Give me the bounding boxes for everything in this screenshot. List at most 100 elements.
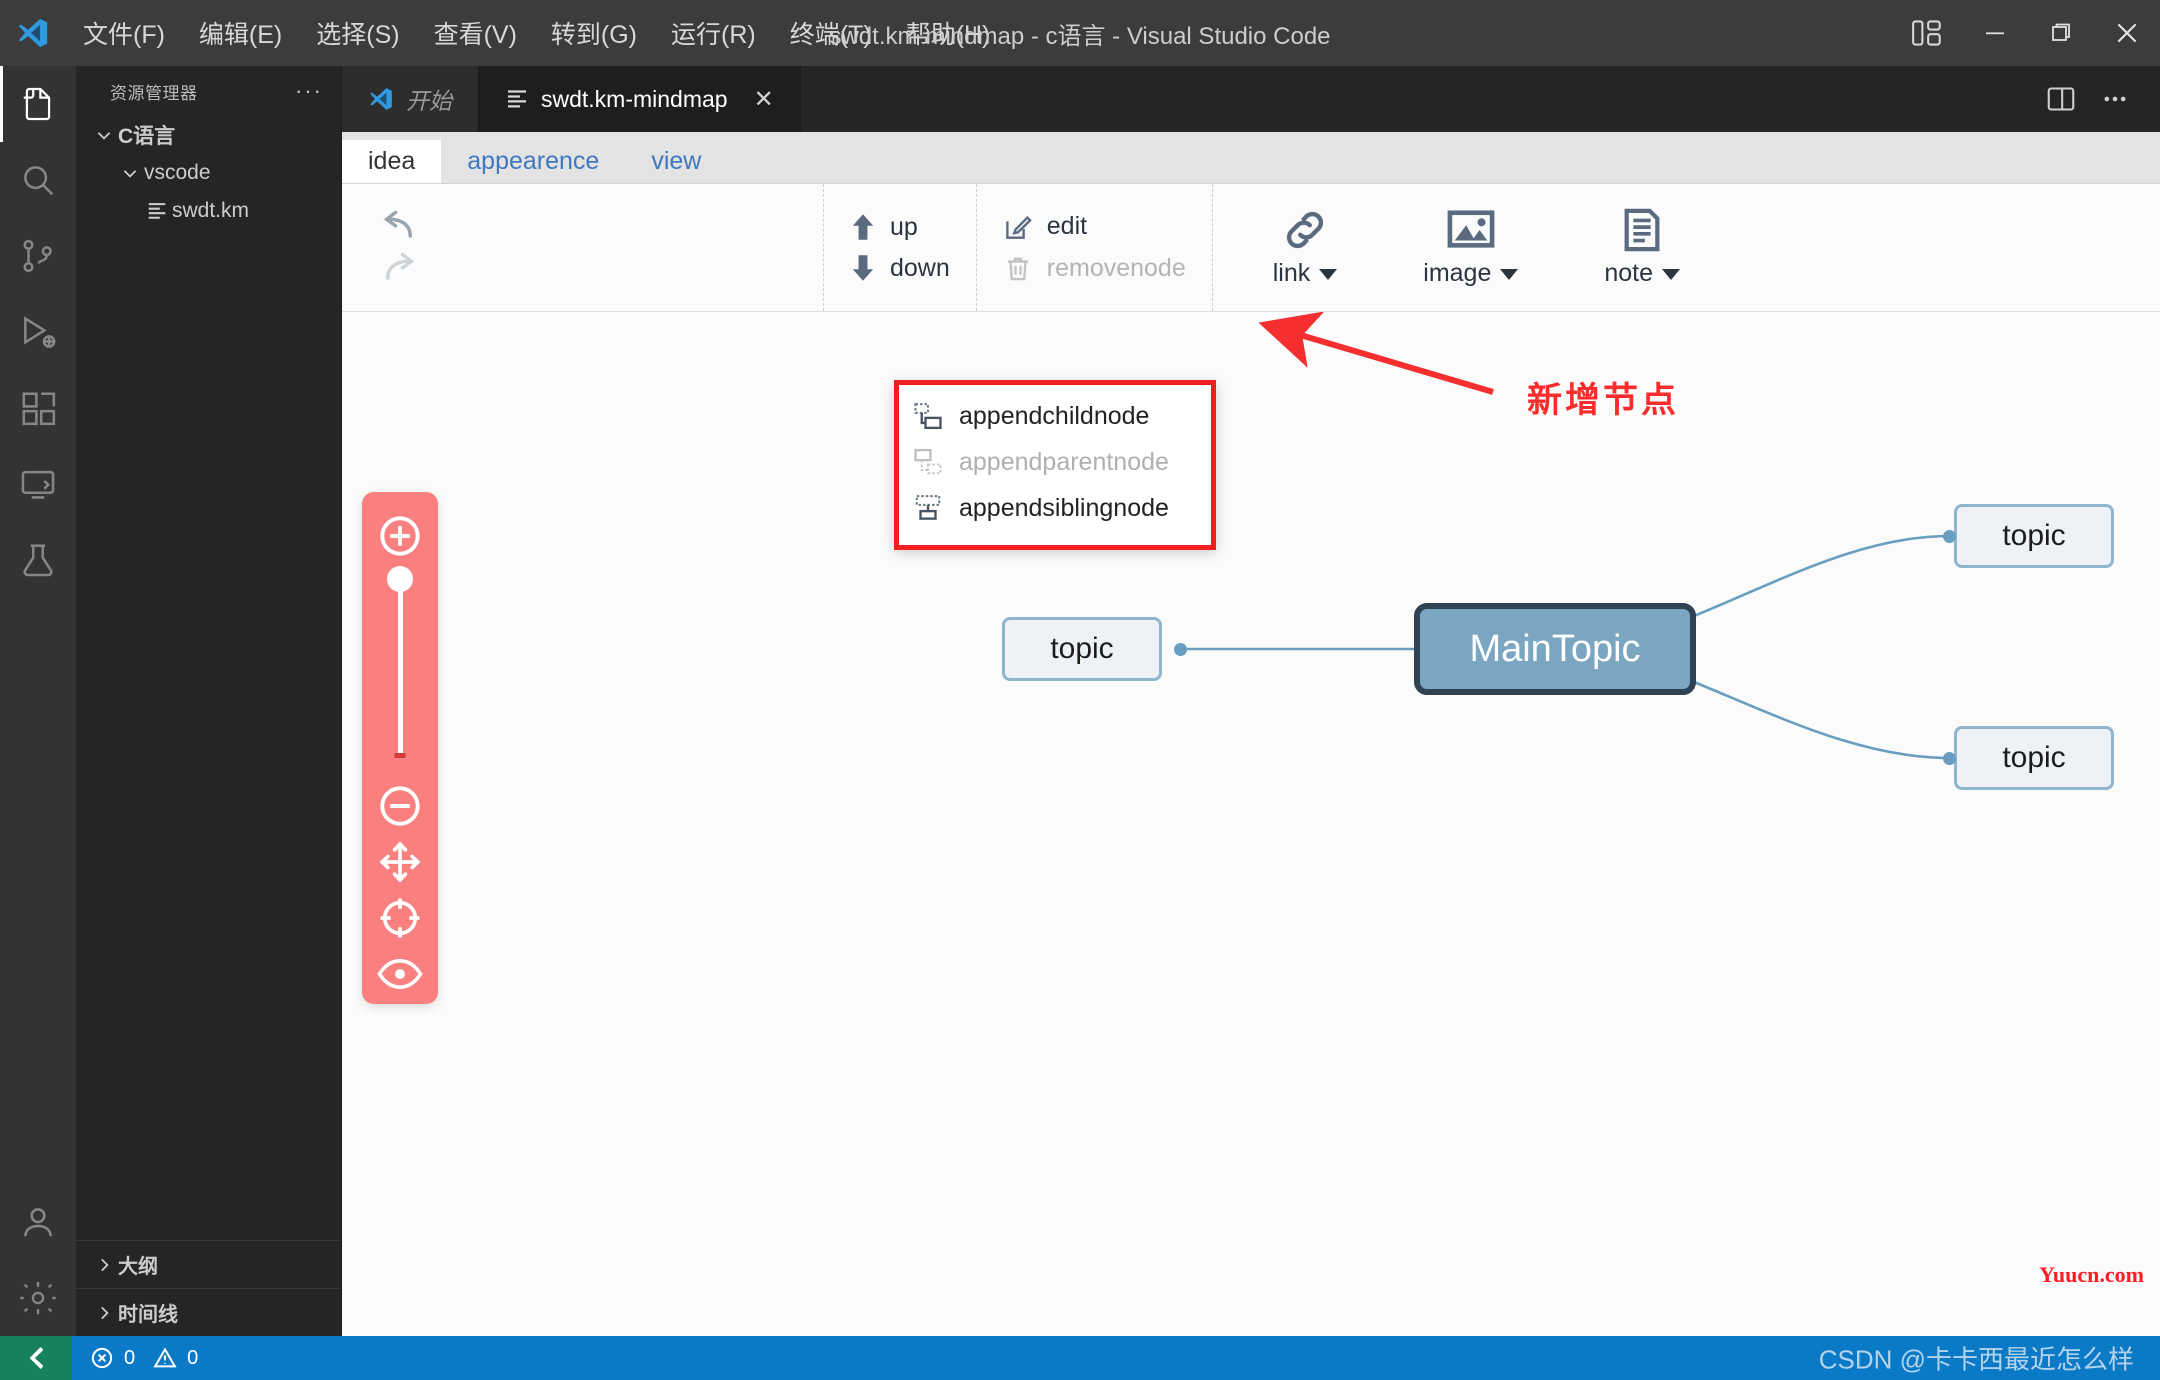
menu-item-file[interactable]: 文件(F): [66, 9, 182, 57]
minimize-button[interactable]: [1962, 0, 2028, 66]
up-button[interactable]: up: [850, 213, 950, 242]
editor-actions[interactable]: [2038, 66, 2160, 132]
menu-item-appendchildnode[interactable]: appendchildnode: [899, 393, 1211, 439]
zoom-slider-handle[interactable]: [387, 566, 413, 592]
chevron-right-icon: [90, 1304, 118, 1322]
tree-item-folder-clanguage[interactable]: C语言: [76, 116, 341, 154]
close-button[interactable]: [2094, 0, 2160, 66]
status-problems[interactable]: 0 0: [72, 1346, 216, 1370]
zoom-out-icon[interactable]: [372, 778, 428, 834]
menu-item-view[interactable]: 查看(V): [417, 9, 534, 57]
node-label: MainTopic: [1469, 627, 1641, 670]
node-label: topic: [1050, 632, 1114, 665]
menu-item-help[interactable]: 帮助(H): [889, 9, 1008, 57]
chevron-down-icon[interactable]: [1500, 268, 1519, 280]
edit-button[interactable]: edit: [1003, 212, 1186, 242]
tab-label: swdt.km-mindmap: [541, 85, 728, 112]
editor-tab-bar[interactable]: 开始 swdt.km-mindmap ✕: [342, 66, 2160, 132]
activity-run-debug-icon[interactable]: [0, 294, 76, 370]
down-button[interactable]: down: [850, 254, 950, 283]
append-node-group: [452, 184, 824, 311]
tree-item-file-swdtkm[interactable]: swdt.km: [76, 192, 341, 230]
node-label: topic: [2002, 519, 2066, 552]
menu-item-appendsiblingnode[interactable]: appendsiblingnode: [899, 485, 1211, 531]
tab-welcome[interactable]: 开始: [342, 66, 479, 132]
note-button[interactable]: note: [1570, 207, 1714, 288]
undo-icon[interactable]: [376, 209, 422, 245]
activity-account-icon[interactable]: [0, 1184, 76, 1260]
menu-bar[interactable]: 文件(F) 编辑(E) 选择(S) 查看(V) 转到(G) 运行(R) 终端(T…: [66, 9, 1007, 57]
activity-settings-gear-icon[interactable]: [0, 1260, 76, 1336]
append-node-dropdown-menu[interactable]: appendchildnode appendparentnode appends…: [894, 380, 1216, 550]
chevron-down-icon: [116, 164, 144, 182]
menu-item-run[interactable]: 运行(R): [654, 9, 773, 57]
file-tree[interactable]: C语言 vscode swdt.km: [76, 116, 341, 1240]
arrow-down-icon: [850, 254, 876, 282]
sidebar-more-icon[interactable]: ···: [295, 78, 323, 104]
tab-close-icon[interactable]: ✕: [754, 85, 774, 114]
activity-bar[interactable]: [0, 66, 76, 1336]
error-count: 0: [124, 1346, 136, 1369]
link-label: link: [1272, 259, 1311, 287]
removenode-button: removenode: [1003, 254, 1186, 284]
chevron-down-icon[interactable]: [1319, 268, 1338, 280]
mindmap-node-topic-right-top[interactable]: topic: [1954, 504, 2114, 568]
menu-item-label: appendchildnode: [959, 401, 1150, 430]
remote-window-icon[interactable]: [0, 1336, 72, 1380]
menu-item-terminal[interactable]: 终端(T): [773, 9, 889, 57]
sidebar-panel-timeline[interactable]: 时间线: [76, 1288, 341, 1336]
arrow-up-icon: [850, 213, 876, 241]
sidebar-panel-outline[interactable]: 大纲: [76, 1240, 341, 1288]
node-connector-dot: [1943, 752, 1956, 765]
zoom-slider[interactable]: [387, 566, 413, 758]
activity-test-icon[interactable]: [0, 522, 76, 598]
mindmap-tab-appearence[interactable]: appearence: [441, 140, 625, 183]
tree-item-folder-vscode[interactable]: vscode: [76, 154, 341, 192]
mindmap-tab-view[interactable]: view: [625, 140, 727, 183]
maximize-button[interactable]: [2028, 0, 2094, 66]
node-connector-dot: [1174, 643, 1187, 656]
link-button[interactable]: link: [1239, 207, 1372, 288]
mindmap-node-topic-right-bottom[interactable]: topic: [1954, 726, 2114, 790]
menu-item-label: appendsiblingnode: [959, 493, 1169, 522]
activity-explorer-icon[interactable]: [0, 66, 76, 142]
zoom-control-panel[interactable]: [362, 492, 438, 1004]
watermark-csdn: CSDN @卡卡西最近怎么样: [1818, 1344, 2134, 1375]
split-editor-icon[interactable]: [2038, 76, 2084, 122]
zoom-in-icon[interactable]: [372, 508, 428, 564]
tree-item-label: vscode: [144, 161, 211, 184]
menu-item-selection[interactable]: 选择(S): [299, 9, 416, 57]
edit-label: edit: [1046, 212, 1088, 240]
sidebar-panel-label: 大纲: [118, 1256, 158, 1278]
eye-icon[interactable]: [372, 946, 428, 1002]
mindmap-node-topic-left[interactable]: topic: [1002, 617, 1162, 681]
activity-source-control-icon[interactable]: [0, 218, 76, 294]
mindmap-tab-strip[interactable]: idea appearence view: [342, 132, 2160, 184]
down-label: down: [890, 253, 950, 282]
warning-icon: [153, 1346, 177, 1370]
menu-item-go[interactable]: 转到(G): [534, 9, 654, 57]
activity-remote-explorer-icon[interactable]: [0, 446, 76, 522]
tab-swdtkm-mindmap[interactable]: swdt.km-mindmap ✕: [479, 66, 801, 132]
activity-extensions-icon[interactable]: [0, 370, 76, 446]
tab-label: 开始: [406, 88, 452, 114]
redo-icon: [376, 251, 422, 287]
center-icon[interactable]: [372, 890, 428, 946]
mindmap-node-maintopic[interactable]: MainTopic: [1414, 603, 1696, 695]
more-actions-icon[interactable]: [2092, 76, 2138, 122]
menu-item-label: appendparentnode: [959, 447, 1169, 476]
menu-item-edit[interactable]: 编辑(E): [182, 9, 299, 57]
mindmap-canvas[interactable]: 新增节点 topic MainTopic topic topic Yuucn.c…: [342, 312, 2160, 1336]
chevron-down-icon[interactable]: [1662, 268, 1681, 280]
tree-item-label: swdt.km: [172, 199, 250, 222]
mindmap-tab-idea[interactable]: idea: [342, 140, 442, 183]
removenode-label: removenode: [1046, 254, 1186, 282]
editor-area: 开始 swdt.km-mindmap ✕ idea appearence vie…: [342, 66, 2160, 1336]
activity-search-icon[interactable]: [0, 142, 76, 218]
up-label: up: [890, 212, 918, 241]
trash-icon: [1003, 254, 1033, 284]
image-button[interactable]: image: [1389, 207, 1552, 288]
window-controls[interactable]: [1892, 0, 2160, 66]
customize-layout-icon[interactable]: [1892, 0, 1962, 66]
move-icon[interactable]: [372, 834, 428, 890]
